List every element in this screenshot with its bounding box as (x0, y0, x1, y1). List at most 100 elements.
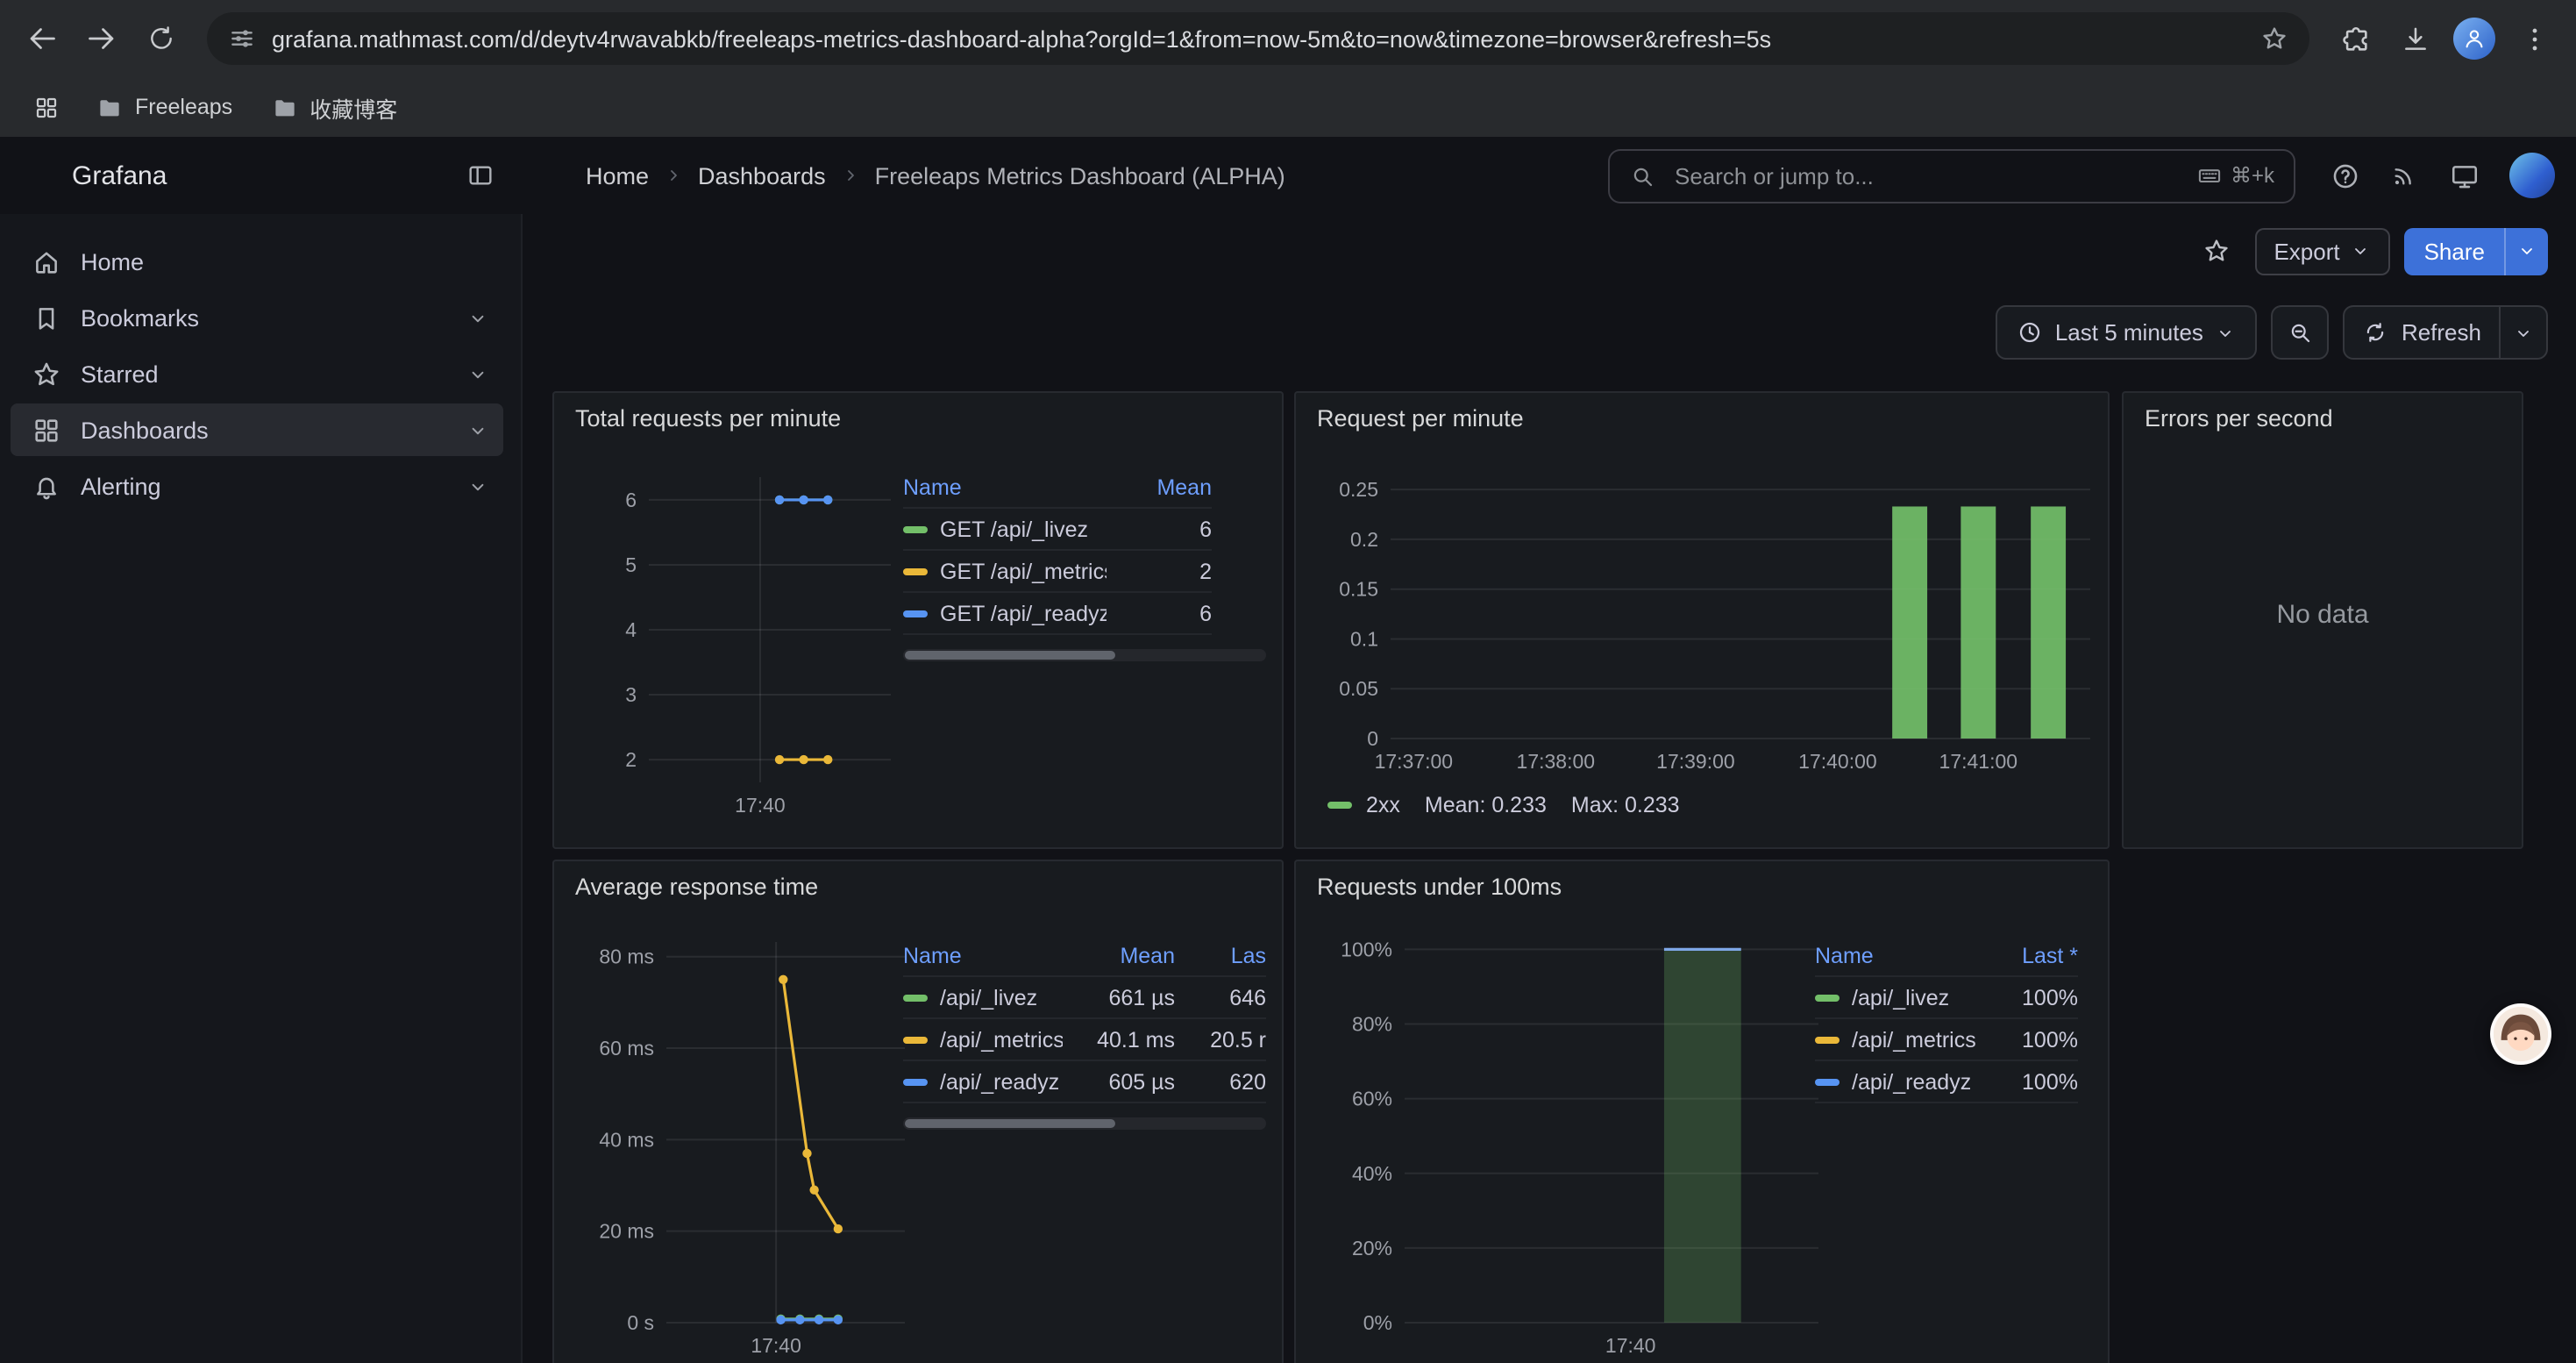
legend-row[interactable]: GET /api/_readyz 6 (903, 593, 1212, 635)
legend-scrollbar[interactable] (903, 1117, 1266, 1130)
sidebar-item-starred[interactable]: Starred (11, 347, 503, 400)
bookmark-folder-blog[interactable]: 收藏博客 (255, 83, 413, 131)
legend-scrollbar[interactable] (903, 649, 1266, 661)
legend-row[interactable]: /api/_livez 661 µs 646 (903, 977, 1266, 1019)
legend-row[interactable]: /api/_readyz 100% (1815, 1061, 2078, 1103)
grafana-header: Grafana Home Dashboards Freeleaps Metric… (0, 137, 2576, 216)
search-input[interactable] (1671, 161, 2181, 190)
grafana-logo[interactable] (25, 160, 56, 191)
bookmark-label: 收藏博客 (310, 90, 397, 124)
legend-header-mean[interactable]: Mean (1063, 943, 1175, 967)
user-avatar-button[interactable] (2509, 153, 2555, 198)
panel-errors-per-second[interactable]: Errors per second No data (2122, 391, 2523, 849)
site-settings-icon[interactable] (228, 25, 256, 53)
bookmark-folder-freeleaps[interactable]: Freeleaps (81, 87, 248, 127)
series-name[interactable]: /api/_readyz (940, 1069, 1059, 1094)
kiosk-mode-button[interactable] (2439, 151, 2488, 200)
export-button[interactable]: Export (2254, 227, 2390, 275)
sidebar-item-bookmarks[interactable]: Bookmarks (11, 291, 503, 344)
refresh-button[interactable]: Refresh (2345, 307, 2499, 358)
sidebar-item-alerting[interactable]: Alerting (11, 460, 503, 512)
scrollbar-thumb[interactable] (905, 1119, 1115, 1128)
sidebar-item-label: Alerting (81, 473, 161, 499)
legend-header-last[interactable]: Las (1175, 943, 1266, 967)
assistant-avatar-button[interactable] (2490, 1003, 2551, 1065)
sidebar: Home Bookmarks Starred Dashboards Alerti… (0, 214, 523, 1363)
legend-header: Name Mean Las (903, 935, 1266, 977)
apps-grid-button[interactable] (18, 79, 74, 135)
svg-text:17:40:00: 17:40:00 (1798, 750, 1877, 773)
collapse-sidebar-button[interactable] (456, 151, 505, 200)
series-name[interactable]: /api/_readyz (1852, 1069, 1971, 1094)
legend-row[interactable]: /api/_livez 100% (1815, 977, 2078, 1019)
chevron-down-icon[interactable] (466, 418, 489, 441)
panel-total-requests[interactable]: Total requests per minute 6543217:40 Nam… (552, 391, 1284, 849)
help-button[interactable] (2320, 151, 2369, 200)
bookmark-star-icon[interactable] (2260, 25, 2288, 53)
svg-text:0.1: 0.1 (1350, 627, 1378, 650)
legend-row[interactable]: GET /api/_metrics 2 (903, 551, 1212, 593)
legend-table: Name Mean GET /api/_livez 6 GET /api/_me… (903, 467, 1212, 635)
series-mean: 661 µs (1063, 985, 1175, 1010)
chevron-down-icon (2351, 240, 2372, 261)
legend-header-name[interactable]: Name (903, 475, 1107, 499)
series-color-dash (903, 1036, 928, 1043)
series-name[interactable]: GET /api/_livez (940, 517, 1088, 541)
monitor-icon (2449, 161, 2479, 190)
downloads-button[interactable] (2387, 11, 2443, 67)
svg-text:40 ms: 40 ms (599, 1128, 654, 1151)
legend-row[interactable]: /api/_metrics 100% (1815, 1019, 2078, 1061)
profile-button[interactable] (2446, 11, 2502, 67)
share-menu-button[interactable] (2504, 227, 2548, 275)
star-dashboard-button[interactable] (2191, 226, 2240, 275)
zoom-out-time-button[interactable] (2272, 305, 2330, 360)
breadcrumb-dashboards[interactable]: Dashboards (698, 162, 826, 189)
browser-menu-button[interactable] (2506, 11, 2562, 67)
series-last: 646 (1175, 985, 1266, 1010)
extensions-puzzle-icon (2340, 24, 2370, 54)
svg-text:0: 0 (1367, 727, 1378, 750)
chevron-down-icon[interactable] (466, 475, 489, 497)
time-range-picker[interactable]: Last 5 minutes (1996, 305, 2258, 360)
sidebar-item-label: Starred (81, 360, 159, 387)
series-name[interactable]: GET /api/_readyz (940, 601, 1107, 625)
series-color-dash (903, 994, 928, 1001)
series-last: 100% (1980, 1069, 2078, 1094)
forward-button[interactable] (74, 11, 130, 67)
legend-row[interactable]: /api/_metrics 40.1 ms 20.5 r (903, 1019, 1266, 1061)
legend-row[interactable]: GET /api/_livez 6 (903, 509, 1212, 551)
share-button[interactable]: Share (2405, 227, 2504, 275)
chevron-down-icon[interactable] (466, 362, 489, 385)
legend-table: Name Last * /api/_livez 100% /api/_metri… (1815, 935, 2078, 1103)
line-chart: 80 ms60 ms40 ms20 ms0 s17:40 (568, 942, 919, 1363)
refresh-interval-button[interactable] (2499, 307, 2546, 358)
series-name[interactable]: /api/_livez (1852, 985, 1949, 1010)
news-button[interactable] (2380, 151, 2429, 200)
series-name[interactable]: GET /api/_metrics (940, 559, 1107, 583)
series-name[interactable]: /api/_metrics (1852, 1027, 1976, 1052)
address-bar[interactable]: grafana.mathmast.com/d/deytv4rwavabkb/fr… (207, 12, 2309, 65)
legend-header-name[interactable]: Name (903, 943, 1063, 967)
series-color-dash (903, 525, 928, 532)
sidebar-item-dashboards[interactable]: Dashboards (11, 403, 503, 456)
panel-title: Requests under 100ms (1296, 861, 2108, 912)
reload-icon (147, 25, 175, 53)
series-name[interactable]: 2xx (1366, 793, 1400, 817)
legend-header-mean[interactable]: Mean (1107, 475, 1212, 499)
search-box[interactable]: ⌘+k (1608, 148, 2295, 203)
series-name[interactable]: /api/_livez (940, 985, 1037, 1010)
panel-request-per-minute[interactable]: Request per minute 0.250.20.150.10.05017… (1294, 391, 2110, 849)
legend-header-name[interactable]: Name (1815, 943, 1980, 967)
extensions-button[interactable] (2327, 11, 2383, 67)
legend-header-last[interactable]: Last * (1980, 943, 2078, 967)
reload-button[interactable] (133, 11, 189, 67)
breadcrumb-home[interactable]: Home (586, 162, 649, 189)
panel-requests-under-100ms[interactable]: Requests under 100ms 100%80%60%40%20%0%1… (1294, 860, 2110, 1363)
sidebar-item-home[interactable]: Home (11, 235, 503, 288)
chevron-down-icon[interactable] (466, 306, 489, 329)
series-name[interactable]: /api/_metrics (940, 1027, 1063, 1052)
back-button[interactable] (14, 11, 70, 67)
legend-row[interactable]: /api/_readyz 605 µs 620 (903, 1061, 1266, 1103)
panel-average-response-time[interactable]: Average response time 80 ms60 ms40 ms20 … (552, 860, 1284, 1363)
scrollbar-thumb[interactable] (905, 651, 1115, 660)
